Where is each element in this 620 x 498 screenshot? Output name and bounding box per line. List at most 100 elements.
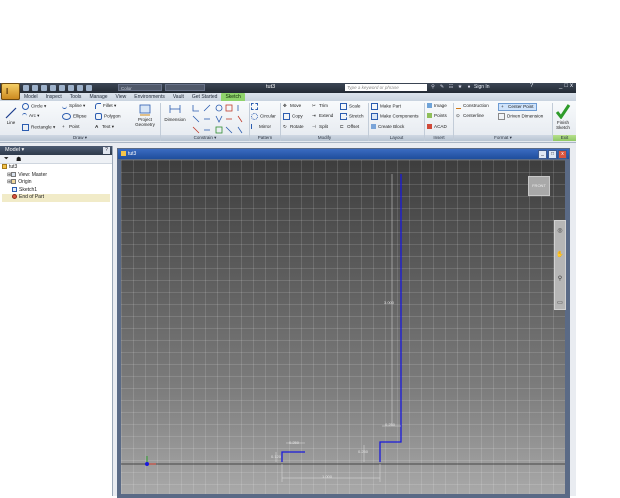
- panel-label-draw[interactable]: Draw ▾: [0, 135, 160, 141]
- tab-sketch[interactable]: Sketch: [221, 93, 245, 101]
- favorites-icon[interactable]: ★: [457, 84, 463, 91]
- panel-label-exit[interactable]: Exit: [553, 135, 576, 141]
- tab-environments[interactable]: Environments: [130, 93, 169, 101]
- look-at-icon[interactable]: ▭: [555, 299, 565, 317]
- tree-node-part[interactable]: tut3: [2, 164, 110, 172]
- panel-label-insert[interactable]: Insert: [425, 135, 453, 141]
- ellipse-button[interactable]: Ellipse: [62, 113, 87, 120]
- browser-help-button[interactable]: ?: [103, 147, 110, 154]
- tree-node-view[interactable]: ⊞ View: Master: [2, 172, 110, 180]
- rectangular-pattern-button[interactable]: [251, 103, 260, 110]
- tree-node-end-of-part[interactable]: End of Part: [2, 194, 110, 202]
- make-components-button[interactable]: Make Components: [371, 113, 419, 120]
- rectangle-button[interactable]: Rectangle ▾: [22, 124, 55, 131]
- center-point-button[interactable]: + Center Point: [498, 103, 537, 111]
- text-button[interactable]: A Text ▾: [95, 124, 114, 130]
- save-icon[interactable]: [41, 85, 47, 91]
- close-button[interactable]: x: [570, 83, 573, 89]
- sketch-profile-right[interactable]: [379, 174, 402, 462]
- copy-button[interactable]: Copy: [283, 113, 303, 120]
- rotate-button[interactable]: ↻ Rotate: [283, 124, 304, 130]
- split-button[interactable]: ⊣ Split: [312, 124, 328, 130]
- dimension-base-length[interactable]: 1.000: [322, 474, 332, 479]
- constraint-icon-grid[interactable]: [190, 103, 248, 134]
- panel-label-constrain[interactable]: Constrain ▾: [161, 135, 249, 141]
- sketch-profile-left[interactable]: [281, 451, 305, 462]
- point-button[interactable]: + Point: [62, 124, 79, 130]
- points-button[interactable]: Points: [427, 113, 447, 119]
- finish-sketch-button[interactable]: Finish Sketch: [553, 103, 573, 130]
- select-icon[interactable]: [86, 85, 92, 91]
- dimension-step-height[interactable]: 0.250: [358, 449, 368, 454]
- redo-icon[interactable]: [59, 85, 65, 91]
- driven-dimension-button[interactable]: Driven Dimension: [498, 113, 543, 120]
- search-input[interactable]: Type a keyword or phrase: [345, 84, 427, 91]
- help-button[interactable]: ?: [530, 83, 533, 89]
- image-button[interactable]: Image: [427, 103, 447, 109]
- graphics-minimize-button[interactable]: _: [538, 150, 547, 159]
- undo-icon[interactable]: [50, 85, 56, 91]
- scale-button[interactable]: Scale: [340, 103, 361, 110]
- tree-node-sketch[interactable]: Sketch1: [2, 187, 110, 195]
- user-icon[interactable]: ●: [466, 84, 472, 91]
- acad-button[interactable]: ACAD: [427, 124, 447, 130]
- construction-button[interactable]: Construction: [456, 103, 489, 109]
- subscription-icon[interactable]: ✎: [439, 84, 445, 91]
- panel-label-format[interactable]: Format ▾: [454, 135, 552, 141]
- viewcube[interactable]: FRONT: [528, 176, 550, 196]
- move-button[interactable]: ✥ Move: [283, 103, 301, 109]
- update-icon[interactable]: [77, 85, 83, 91]
- dimension-top-width[interactable]: 0.250: [385, 422, 395, 427]
- tab-get-started[interactable]: Get Started: [188, 93, 222, 101]
- extend-button[interactable]: ⇥ Extend: [312, 113, 333, 119]
- pan-icon[interactable]: ✋: [555, 251, 565, 269]
- tab-manage[interactable]: Manage: [85, 93, 111, 101]
- trim-button[interactable]: ✂ Trim: [312, 103, 328, 109]
- sketch-canvas[interactable]: 3.000 0.250 0.250 0.250 1.000 0.120 FRON…: [121, 160, 566, 494]
- spline-button[interactable]: Spline ▾: [62, 103, 85, 109]
- sign-in-link[interactable]: Sign In: [474, 84, 490, 90]
- open-icon[interactable]: [32, 85, 38, 91]
- polygon-button[interactable]: Polygon: [95, 113, 121, 120]
- panel-label-layout[interactable]: Layout: [369, 135, 424, 141]
- communication-icon[interactable]: ☷: [448, 84, 454, 91]
- graphics-close-button[interactable]: x: [558, 150, 567, 159]
- dimension-height[interactable]: 3.000: [384, 300, 394, 305]
- tree-node-origin[interactable]: ⊞ Origin: [2, 179, 110, 187]
- offset-button[interactable]: ⊏ Offset: [340, 124, 359, 130]
- maximize-button[interactable]: □: [564, 83, 568, 89]
- application-menu-button[interactable]: I: [1, 83, 20, 100]
- zoom-icon[interactable]: ⚲: [555, 275, 565, 293]
- browser-header[interactable]: Model ▾ ?: [0, 146, 112, 155]
- tab-vault[interactable]: Vault: [169, 93, 188, 101]
- tab-inspect[interactable]: Inspect: [42, 93, 66, 101]
- line-button[interactable]: Line: [4, 107, 18, 125]
- project-geometry-button[interactable]: Project Geometry: [133, 103, 157, 127]
- find-icon[interactable]: ☗: [16, 156, 21, 163]
- minimize-button[interactable]: _: [559, 83, 562, 89]
- centerline-button[interactable]: ⊙ Centerline: [456, 113, 484, 119]
- panel-label-modify[interactable]: Modify: [281, 135, 368, 141]
- arc-button[interactable]: Arc ▾: [22, 113, 39, 119]
- tab-tools[interactable]: Tools: [66, 93, 86, 101]
- fillet-button[interactable]: Fillet ▾: [95, 103, 116, 109]
- tab-model[interactable]: Model: [20, 93, 42, 101]
- stretch-button[interactable]: Stretch: [340, 113, 364, 120]
- dimension-small-height[interactable]: 0.120: [271, 454, 281, 459]
- circular-pattern-button[interactable]: Circular: [251, 113, 276, 120]
- dimension-step-width[interactable]: 0.250: [289, 440, 299, 445]
- graphics-maximize-button[interactable]: □: [548, 150, 557, 159]
- color-style-select[interactable]: Color: [118, 84, 162, 91]
- steering-wheel-icon[interactable]: ◎: [555, 227, 565, 245]
- panel-label-pattern[interactable]: Pattern: [250, 135, 280, 141]
- tab-view[interactable]: View: [112, 93, 131, 101]
- circle-button[interactable]: Circle ▾: [22, 103, 46, 110]
- mirror-button[interactable]: Mirror: [251, 124, 271, 130]
- make-part-button[interactable]: Make Part: [371, 103, 401, 110]
- design-doctor-select[interactable]: [165, 84, 205, 91]
- new-icon[interactable]: [23, 85, 29, 91]
- create-block-button[interactable]: Create Block: [371, 124, 404, 130]
- search-icon[interactable]: ⚲: [430, 84, 436, 91]
- filter-icon[interactable]: ⏷: [4, 156, 9, 163]
- home-icon[interactable]: [68, 85, 74, 91]
